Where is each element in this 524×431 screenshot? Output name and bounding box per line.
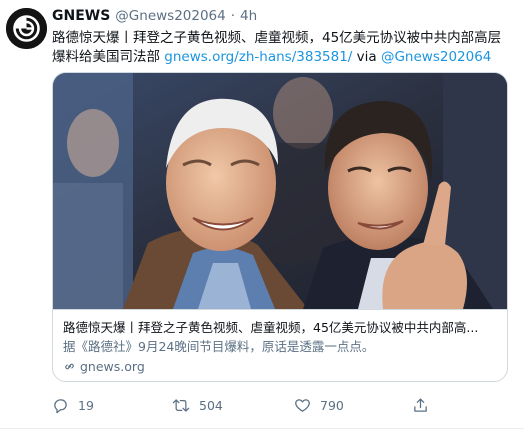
divider: [0, 428, 524, 429]
timestamp[interactable]: 4h: [240, 8, 257, 24]
card-domain[interactable]: gnews.org: [63, 358, 499, 375]
avatar[interactable]: [6, 8, 47, 49]
retweet-button[interactable]: 504: [172, 397, 294, 414]
tweet-text: 路德惊天爆丨拜登之子黄色视频、虐童视频，45亿美元协议被中共内部高层 爆料给美国…: [52, 29, 514, 67]
card-image[interactable]: [53, 73, 507, 309]
retweet-count: 504: [199, 397, 223, 413]
heart-icon: [295, 398, 310, 412]
tweet-text-line-1: 路德惊天爆丨拜登之子黄色视频、虐童视频，45亿美元协议被中共内部高层: [52, 30, 502, 46]
via-word: via: [352, 49, 381, 65]
card-domain-text: gnews.org: [80, 359, 145, 374]
like-button[interactable]: 790: [294, 397, 412, 414]
tweet-text-plain: 爆料给美国司法部: [52, 49, 165, 65]
tweet-text-line-2: 爆料给美国司法部 gnews.org/zh-hans/383581/ via @…: [52, 48, 514, 67]
separator-dot: ·: [230, 8, 236, 24]
card-description: 据《路德社》9月24晚间节目爆料，原话是透露一点点。: [63, 339, 375, 354]
via-handle-link[interactable]: @Gnews202064: [381, 49, 491, 65]
gnews-logo-icon: [6, 8, 47, 49]
share-button[interactable]: [412, 397, 452, 414]
card-title[interactable]: 路德惊天爆丨拜登之子黄色视频、虐童视频，45亿美元协议被中共内部高...: [63, 319, 499, 336]
tweet-actions: 19 504 790: [52, 393, 472, 417]
tweet[interactable]: GNEWS @Gnews202064 · 4h 路德惊天爆丨拜登之子黄色视频、虐…: [0, 0, 524, 431]
card-body[interactable]: 路德惊天爆丨拜登之子黄色视频、虐童视频，45亿美元协议被中共内部高... 据《路…: [53, 309, 507, 381]
retweet-icon: [172, 398, 190, 412]
share-icon: [414, 397, 427, 412]
article-link[interactable]: gnews.org/zh-hans/383581/: [164, 49, 352, 65]
display-name[interactable]: GNEWS: [52, 8, 110, 24]
tweet-header: GNEWS @Gnews202064 · 4h: [52, 8, 257, 26]
link-icon: [65, 363, 74, 370]
reply-icon: [54, 398, 67, 413]
card-photo: [53, 73, 507, 309]
user-handle[interactable]: @Gnews202064: [115, 8, 225, 24]
reply-count: 19: [78, 397, 94, 413]
link-card[interactable]: 路德惊天爆丨拜登之子黄色视频、虐童视频，45亿美元协议被中共内部高... 据《路…: [52, 72, 508, 382]
like-count: 790: [320, 397, 344, 413]
reply-button[interactable]: 19: [52, 397, 172, 414]
